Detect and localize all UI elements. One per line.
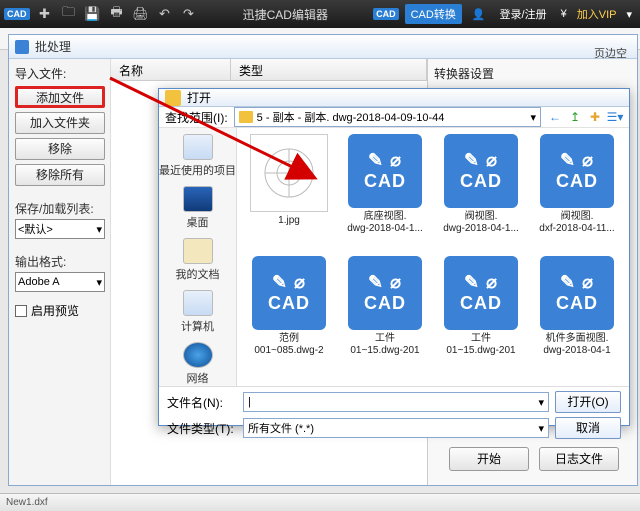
save-icon[interactable]: 💾 <box>84 5 102 23</box>
status-bar: New1.dxf <box>0 493 640 511</box>
converter-group-label: 转换器设置 <box>434 65 631 82</box>
app-topbar: CAD ✚ 🗀 💾 🖶 🖨 ↶ ↷ 迅捷CAD编辑器 CAD CAD转换 👤 登… <box>0 0 640 28</box>
output-format-label: 输出格式: <box>15 253 104 270</box>
cad-icon: ✎ ⌀CAD <box>540 134 614 208</box>
folder-icon <box>165 90 181 106</box>
app-logo2: CAD <box>373 8 399 20</box>
remove-all-button[interactable]: 移除所有 <box>15 164 105 186</box>
saveas-icon[interactable]: 🖶 <box>108 5 126 23</box>
undo-icon[interactable]: ↶ <box>156 5 174 23</box>
convert-button[interactable]: CAD转换 <box>405 4 462 24</box>
print-icon[interactable]: 🖨 <box>132 5 150 23</box>
redo-icon[interactable]: ↷ <box>180 5 198 23</box>
filename-label: 文件名(N): <box>167 394 237 411</box>
folder-icon <box>239 111 253 123</box>
place-recent[interactable]: 最近使用的项目 <box>159 134 236 178</box>
remove-button[interactable]: 移除 <box>15 138 105 160</box>
open-dialog-title: 打开 <box>187 89 211 106</box>
file-item[interactable]: ✎ ⌀CAD 机件多面视图.dwg-2018-04-1 <box>531 256 623 374</box>
open-icon[interactable]: 🗀 <box>60 5 78 23</box>
yen-icon[interactable]: ¥ <box>557 8 571 20</box>
start-button[interactable]: 开始 <box>449 447 529 471</box>
chevron-icon[interactable]: ▾ <box>622 8 636 21</box>
place-network[interactable]: 网络 <box>183 342 213 386</box>
file-item[interactable]: ✎ ⌀CAD 底座视图.dwg-2018-04-1... <box>339 134 431 252</box>
cad-icon: ✎ ⌀CAD <box>252 256 326 330</box>
file-item[interactable]: ✎ ⌀CAD 范例001~085.dwg-2 <box>243 256 335 374</box>
cad-icon: ✎ ⌀CAD <box>444 256 518 330</box>
file-item[interactable]: ✎ ⌀CAD 工件01~15.dwg-201 <box>435 256 527 374</box>
up-icon[interactable]: ↥ <box>567 109 583 125</box>
user-icon[interactable]: 👤 <box>468 8 490 21</box>
import-label: 导入文件: <box>15 65 104 82</box>
cad-icon: ✎ ⌀CAD <box>348 256 422 330</box>
filename-input[interactable]: |▾ <box>243 392 549 412</box>
place-desktop[interactable]: 桌面 <box>183 186 213 230</box>
batch-left-panel: 导入文件: 添加文件 加入文件夹 移除 移除所有 保存/加载列表: <默认>▾ … <box>9 59 111 485</box>
file-item[interactable]: ✎ ⌀CAD 阀视图.dwg-2018-04-1... <box>435 134 527 252</box>
back-icon[interactable]: ← <box>547 109 563 125</box>
page-margin-label: 页边空 <box>594 45 627 61</box>
file-item[interactable]: 1.jpg <box>243 134 335 252</box>
lookin-combo[interactable]: 5 - 副本 - 副本. dwg-2018-04-09-10-44 ▾ <box>234 107 541 127</box>
add-file-button[interactable]: 添加文件 <box>15 86 105 108</box>
text-cursor: | <box>248 396 251 408</box>
open-dialog: 打开 查找范围(I): 5 - 副本 - 副本. dwg-2018-04-09-… <box>158 88 630 426</box>
status-file: New1.dxf <box>6 497 48 508</box>
cad-icon: ✎ ⌀CAD <box>444 134 518 208</box>
app-logo: CAD <box>4 8 30 20</box>
chevron-down-icon: ▾ <box>96 276 102 289</box>
chevron-down-icon: ▾ <box>96 223 102 236</box>
batch-titlebar: 批处理 <box>9 35 637 59</box>
cancel-button[interactable]: 取消 <box>555 417 621 439</box>
place-computer[interactable]: 计算机 <box>181 290 214 334</box>
file-item[interactable]: ✎ ⌀CAD 工件01~15.dwg-201 <box>339 256 431 374</box>
place-mydocs[interactable]: 我的文档 <box>176 238 220 282</box>
file-item[interactable]: ✎ ⌀CAD 阀视图.dxf-2018-04-11... <box>531 134 623 252</box>
add-folder-button[interactable]: 加入文件夹 <box>15 112 105 134</box>
batch-title-text: 批处理 <box>35 38 71 55</box>
batch-icon <box>15 40 29 54</box>
vip-link[interactable]: 加入VIP <box>577 6 617 22</box>
enable-preview-checkbox[interactable]: 启用预览 <box>15 302 104 319</box>
cad-icon: ✎ ⌀CAD <box>540 256 614 330</box>
col-type[interactable]: 类型 <box>231 59 427 80</box>
newfolder-icon[interactable]: ✚ <box>587 109 603 125</box>
views-icon[interactable]: ☰▾ <box>607 109 623 125</box>
open-dialog-titlebar: 打开 <box>159 89 629 107</box>
new-icon[interactable]: ✚ <box>36 5 54 23</box>
cad-icon: ✎ ⌀CAD <box>348 134 422 208</box>
col-name[interactable]: 名称 <box>111 59 231 80</box>
login-link[interactable]: 登录/注册 <box>496 6 551 22</box>
output-format-dropdown[interactable]: Adobe A▾ <box>15 272 105 292</box>
jpg-thumb <box>250 134 328 212</box>
places-bar: 最近使用的项目 桌面 我的文档 计算机 网络 <box>159 128 237 386</box>
app-title: 迅捷CAD编辑器 <box>204 6 368 23</box>
filetype-label: 文件类型(T): <box>167 420 237 437</box>
checkbox-icon <box>15 305 27 317</box>
log-button[interactable]: 日志文件 <box>539 447 619 471</box>
chevron-down-icon: ▾ <box>530 111 536 124</box>
filetype-combo[interactable]: 所有文件 (*.*)▾ <box>243 418 549 438</box>
save-list-dropdown[interactable]: <默认>▾ <box>15 219 105 239</box>
open-button[interactable]: 打开(O) <box>555 391 621 413</box>
lookin-label: 查找范围(I): <box>165 109 228 126</box>
file-grid: 1.jpg✎ ⌀CAD 底座视图.dwg-2018-04-1...✎ ⌀CAD … <box>237 128 629 386</box>
save-list-label: 保存/加载列表: <box>15 200 104 217</box>
list-header: 名称 类型 <box>111 59 427 81</box>
